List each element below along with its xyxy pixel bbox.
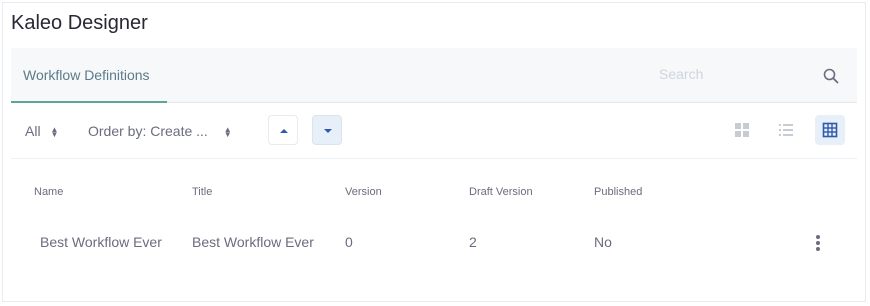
caret-double-icon: ▲ ▼ <box>223 125 232 140</box>
tab-workflow-definitions[interactable]: Workflow Definitions <box>11 48 167 103</box>
list-view-icon <box>779 124 793 136</box>
view-list-button[interactable] <box>771 115 801 145</box>
tab-label: Workflow Definitions <box>23 67 150 83</box>
order-by-label: Order by: Create ... <box>88 123 208 139</box>
caret-up-icon <box>280 129 288 133</box>
sort-descending-button[interactable] <box>312 115 342 145</box>
caret-down-icon <box>324 129 332 133</box>
search-icon[interactable] <box>823 68 839 84</box>
nav-bar: Workflow Definitions Search <box>11 48 857 103</box>
cell-published: No <box>594 234 612 250</box>
ellipsis-vertical-icon[interactable] <box>813 234 823 252</box>
sort-ascending-button[interactable] <box>268 115 298 145</box>
cell-draft-version: 2 <box>469 234 477 250</box>
search-input[interactable]: Search <box>659 66 703 82</box>
cell-title: Best Workflow Ever <box>192 234 314 250</box>
cards-view-icon <box>735 123 749 137</box>
caret-double-icon: ▲ ▼ <box>50 125 59 140</box>
view-cards-button[interactable] <box>727 115 757 145</box>
filter-dropdown[interactable]: All ▲ ▼ <box>25 123 58 139</box>
table-view-icon <box>822 122 838 138</box>
search-bar[interactable]: Search <box>647 48 857 102</box>
cell-name[interactable]: Best Workflow Ever <box>40 234 162 250</box>
column-header-name: Name <box>34 186 64 198</box>
column-header-published: Published <box>594 186 643 198</box>
order-by-dropdown[interactable]: Order by: Create ... ▲ ▼ <box>88 123 232 139</box>
page-title: Kaleo Designer <box>11 12 148 34</box>
column-header-title: Title <box>192 186 213 198</box>
view-table-button[interactable] <box>815 115 845 145</box>
column-header-version: Version <box>345 186 382 198</box>
cell-version: 0 <box>345 234 353 250</box>
column-header-draft-version: Draft Version <box>469 186 533 198</box>
management-bar: All ▲ ▼ Order by: Create ... ▲ ▼ <box>11 103 857 159</box>
filter-label: All <box>25 123 41 139</box>
